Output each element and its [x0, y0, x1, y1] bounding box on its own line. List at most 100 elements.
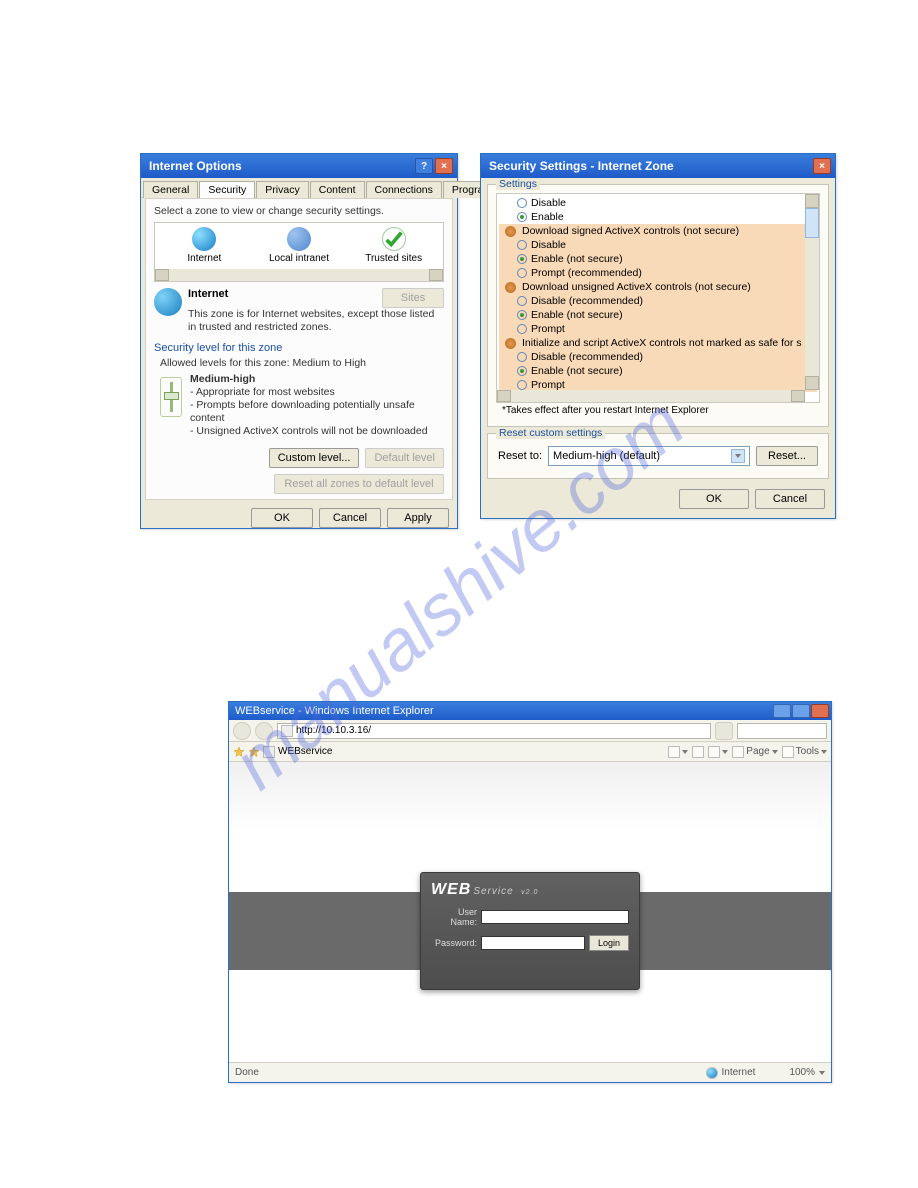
scroll-up-icon[interactable]: [805, 194, 819, 208]
home-button[interactable]: [668, 746, 688, 758]
scroll-left-icon[interactable]: [155, 269, 169, 281]
setting-text: Enable (not secure): [531, 309, 623, 321]
setting-option[interactable]: Enable: [499, 210, 817, 224]
zone-label: Local intranet: [269, 253, 329, 264]
cancel-button[interactable]: Cancel: [319, 508, 381, 528]
refresh-button[interactable]: [715, 722, 733, 740]
scroll-down-icon[interactable]: [805, 376, 819, 390]
radio-button[interactable]: [517, 212, 527, 222]
page-menu[interactable]: Page: [732, 746, 777, 758]
setting-option[interactable]: Enable (not secure): [499, 252, 817, 266]
reset-all-zones-button[interactable]: Reset all zones to default level: [274, 474, 444, 494]
help-icon[interactable]: ?: [415, 158, 433, 174]
setting-group-header: Download signed ActiveX controls (not se…: [499, 224, 817, 238]
forward-button[interactable]: [255, 722, 273, 740]
setting-text: Disable (recommended): [531, 295, 643, 307]
ok-button[interactable]: OK: [679, 489, 749, 509]
tab-security[interactable]: Security: [199, 181, 255, 198]
select-zone-text: Select a zone to view or change security…: [154, 205, 444, 218]
feeds-button[interactable]: [692, 746, 704, 758]
tab-general[interactable]: General: [143, 181, 198, 198]
setting-option[interactable]: Prompt (recommended): [499, 266, 817, 280]
zoom-dropdown-icon[interactable]: [819, 1071, 825, 1075]
ss-titlebar[interactable]: Security Settings - Internet Zone ×: [481, 154, 835, 178]
close-icon[interactable]: ×: [813, 158, 831, 174]
tools-menu[interactable]: Tools: [782, 746, 827, 758]
vertical-scrollbar[interactable]: [805, 194, 819, 390]
close-icon[interactable]: ×: [435, 158, 453, 174]
setting-option[interactable]: Prompt: [499, 322, 817, 336]
print-button[interactable]: [708, 746, 728, 758]
scroll-right-icon[interactable]: [429, 269, 443, 281]
zoom-level[interactable]: 100%: [789, 1067, 815, 1078]
home-icon: [668, 746, 680, 758]
setting-option[interactable]: Disable (recommended): [499, 294, 817, 308]
sites-button[interactable]: Sites: [382, 288, 444, 308]
radio-button[interactable]: [517, 296, 527, 306]
tab-privacy[interactable]: Privacy: [256, 181, 308, 198]
io-titlebar[interactable]: Internet Options ? ×: [141, 154, 457, 178]
intranet-icon: [287, 227, 311, 251]
radio-button[interactable]: [517, 268, 527, 278]
login-button[interactable]: Login: [589, 935, 629, 951]
ie-titlebar[interactable]: WEBservice - Windows Internet Explorer: [229, 702, 831, 720]
scroll-right-icon[interactable]: [791, 390, 805, 402]
radio-button[interactable]: [517, 324, 527, 334]
setting-text: Enable (not secure): [531, 365, 623, 377]
favorites-star-icon[interactable]: [233, 746, 245, 758]
back-button[interactable]: [233, 722, 251, 740]
close-icon[interactable]: [811, 704, 829, 718]
login-panel: WEBService v2.0 User Name: Password: Log…: [420, 872, 640, 990]
reset-level-combobox[interactable]: Medium-high (default): [548, 446, 750, 466]
address-bar[interactable]: http://10.10.3.16/: [277, 723, 711, 739]
cancel-button[interactable]: Cancel: [755, 489, 825, 509]
brand-logo: WEBService v2.0: [431, 881, 629, 899]
scroll-left-icon[interactable]: [497, 390, 511, 402]
username-input[interactable]: [481, 910, 629, 924]
radio-button[interactable]: [517, 198, 527, 208]
ie-tabbar: WEBservice Page Tools: [229, 742, 831, 762]
tab-connections[interactable]: Connections: [366, 181, 442, 198]
gear-icon: [505, 226, 516, 237]
radio-button[interactable]: [517, 310, 527, 320]
horizontal-scrollbar[interactable]: [497, 390, 805, 402]
radio-button[interactable]: [517, 254, 527, 264]
ie-viewport: WEBService v2.0 User Name: Password: Log…: [229, 762, 831, 1062]
globe-icon: [192, 227, 216, 251]
setting-option[interactable]: Disable: [499, 238, 817, 252]
zone-scrollbar[interactable]: [155, 269, 443, 281]
reset-button[interactable]: Reset...: [756, 446, 818, 466]
setting-option[interactable]: Disable (recommended): [499, 350, 817, 364]
security-settings-window: Security Settings - Internet Zone × Sett…: [480, 153, 836, 519]
custom-level-button[interactable]: Custom level...: [269, 448, 360, 468]
radio-button[interactable]: [517, 240, 527, 250]
setting-option[interactable]: Disable: [499, 196, 817, 210]
setting-option[interactable]: Enable (not secure): [499, 308, 817, 322]
add-favorite-icon[interactable]: [248, 746, 260, 758]
zone-internet[interactable]: Internet: [157, 227, 252, 264]
scroll-thumb[interactable]: [805, 208, 819, 238]
maximize-icon[interactable]: [792, 704, 810, 718]
setting-text: Enable (not secure): [531, 253, 623, 265]
slider-thumb[interactable]: [164, 392, 179, 400]
password-input[interactable]: [481, 936, 585, 950]
zone-trusted-sites[interactable]: Trusted sites: [346, 227, 441, 264]
zone-strip[interactable]: Internet Local intranet Trusted sites: [154, 222, 444, 282]
chevron-down-icon[interactable]: [731, 449, 745, 463]
setting-option[interactable]: Enable (not secure): [499, 364, 817, 378]
default-level-button[interactable]: Default level: [365, 448, 444, 468]
radio-button[interactable]: [517, 380, 527, 390]
security-level-slider[interactable]: [160, 377, 182, 417]
setting-text: Enable: [531, 211, 564, 223]
radio-button[interactable]: [517, 366, 527, 376]
io-body: Select a zone to view or change security…: [145, 198, 453, 500]
search-box[interactable]: [737, 723, 827, 739]
zone-local-intranet[interactable]: Local intranet: [252, 227, 347, 264]
settings-list[interactable]: DisableEnableDownload signed ActiveX con…: [496, 193, 820, 403]
ok-button[interactable]: OK: [251, 508, 313, 528]
radio-button[interactable]: [517, 352, 527, 362]
internet-options-window: Internet Options ? × GeneralSecurityPriv…: [140, 153, 458, 529]
tab-content[interactable]: Content: [310, 181, 365, 198]
apply-button[interactable]: Apply: [387, 508, 449, 528]
minimize-icon[interactable]: [773, 704, 791, 718]
